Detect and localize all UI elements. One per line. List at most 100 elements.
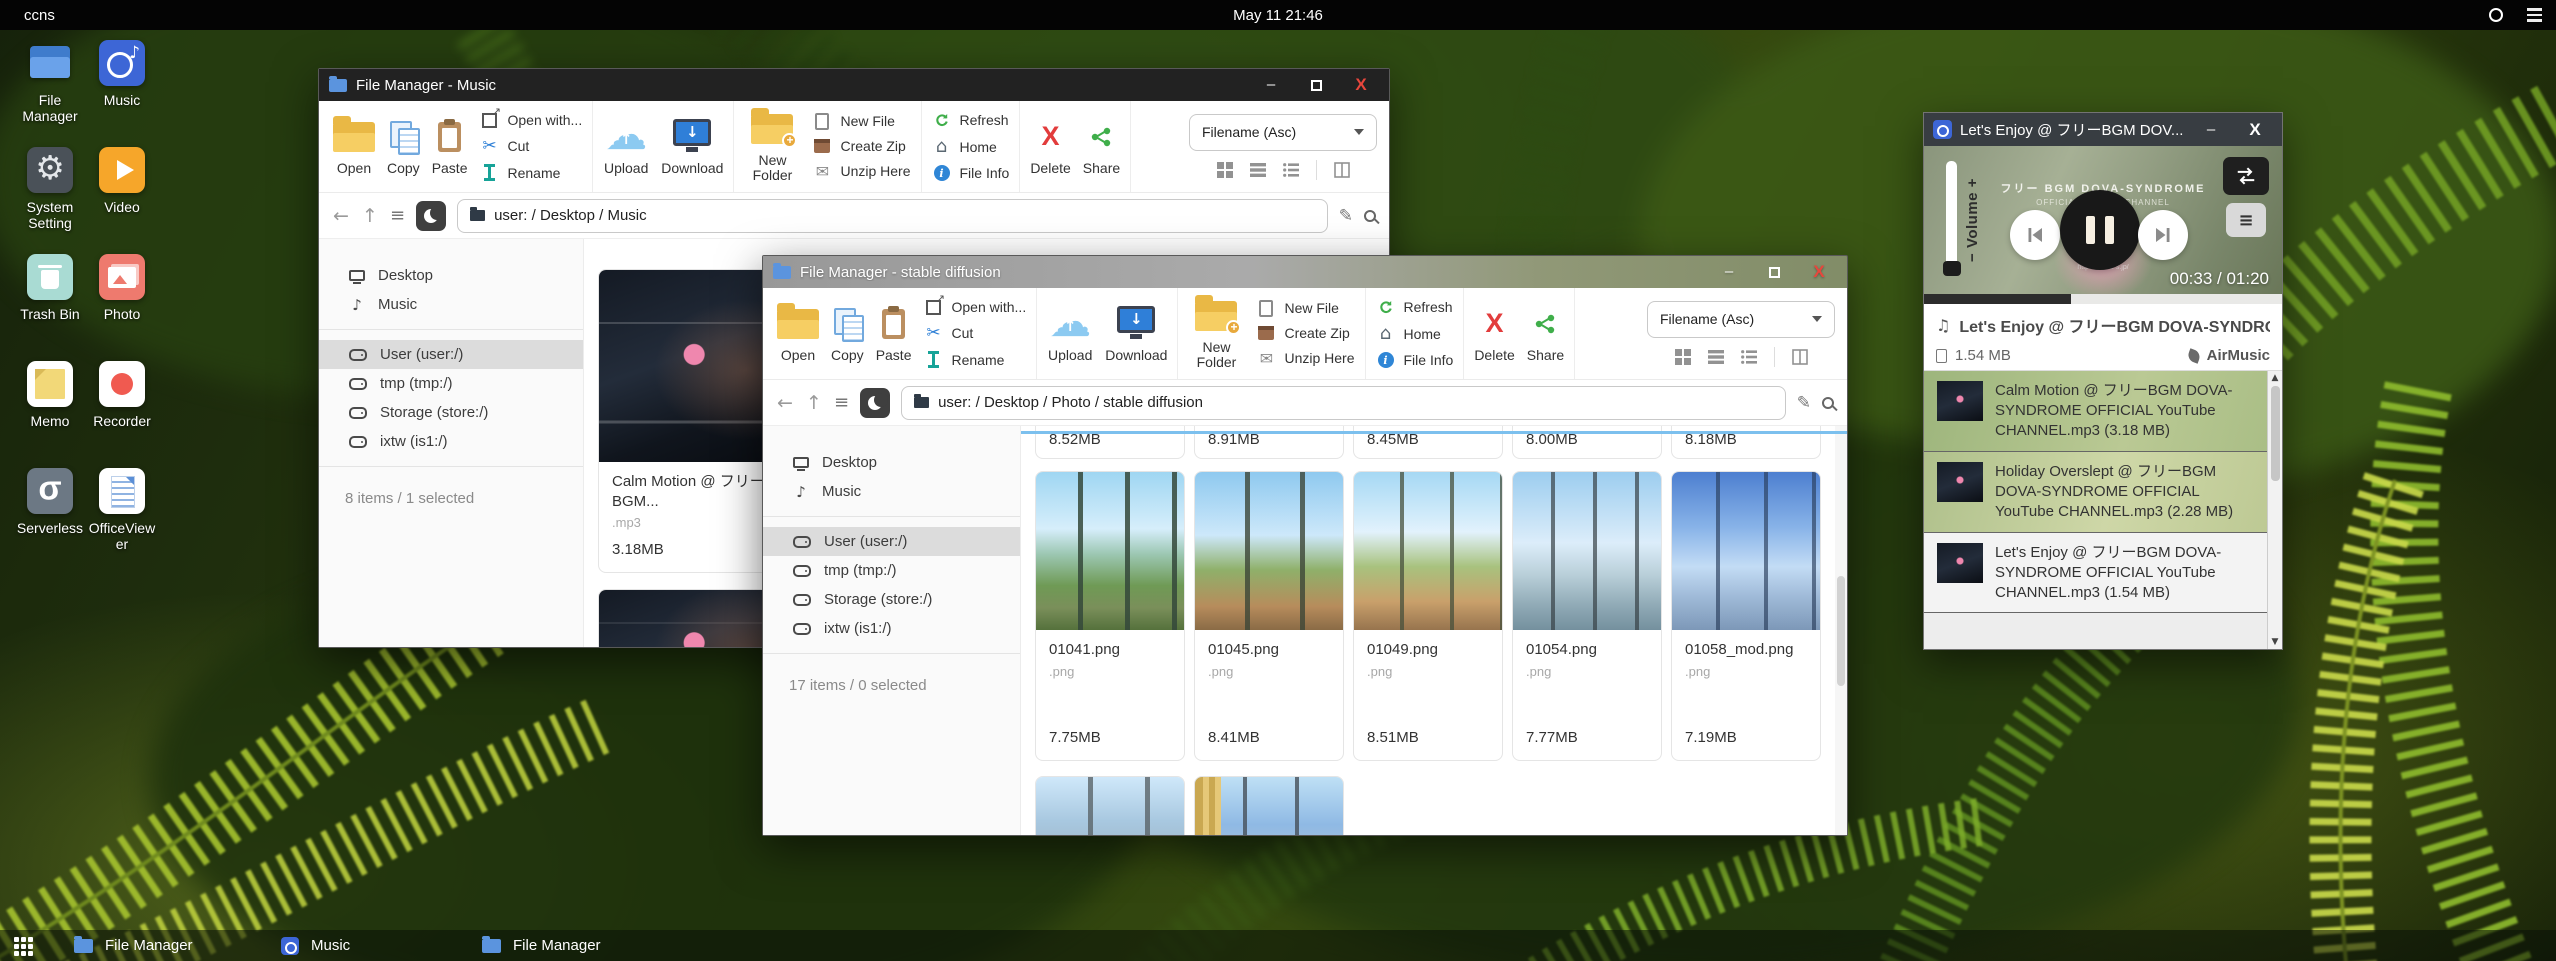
new-file-button[interactable]: New File (1256, 300, 1354, 317)
sidebar-item-user-drive[interactable]: User (user:/) (319, 340, 583, 369)
taskbar-item-music[interactable]: Music (281, 930, 350, 961)
scrollbar[interactable]: ▲▼ (2267, 371, 2282, 649)
status-ring-icon[interactable] (2489, 8, 2503, 22)
playlist-button[interactable]: ≡ (2226, 203, 2266, 237)
open-button[interactable]: Open (333, 118, 375, 176)
scroll-up-icon[interactable]: ▲ (2272, 373, 2279, 383)
create-zip-button[interactable]: Create Zip (812, 138, 910, 154)
rename-button[interactable]: Rename (480, 164, 583, 181)
repeat-button[interactable] (2223, 157, 2269, 195)
unzip-here-button[interactable]: ✉Unzip Here (812, 162, 910, 181)
sidebar-item-storage-drive[interactable]: Storage (store:/) (319, 398, 583, 427)
grid-view-button[interactable] (1217, 162, 1233, 178)
file-info-button[interactable]: iFile Info (1376, 352, 1454, 368)
desktop-icon-trash-bin[interactable]: Trash Bin (14, 254, 86, 361)
desktop-icon-serverless[interactable]: Serverless (14, 468, 86, 575)
cut-button[interactable]: ✂Cut (480, 136, 583, 156)
close-button[interactable]: X (1801, 257, 1837, 287)
app-launcher-button[interactable] (14, 937, 33, 956)
new-folder-button[interactable]: +New Folder (744, 110, 800, 182)
path-input[interactable]: user: / Desktop / Photo / stable diffusi… (901, 386, 1786, 420)
open-with-button[interactable]: Open with... (480, 112, 583, 128)
desktop-icon-photo[interactable]: Photo (86, 254, 158, 361)
file-card-01049[interactable]: 01049.png.png8.51MB (1353, 471, 1503, 761)
previous-track-button[interactable] (2010, 210, 2060, 260)
list-view-button[interactable] (1250, 162, 1266, 178)
new-file-button[interactable]: New File (812, 113, 910, 130)
upload-button[interactable]: Upload (1047, 305, 1093, 363)
sidebar-item-desktop[interactable]: Desktop (763, 448, 1020, 477)
sidebar-item-music[interactable]: ♪Music (319, 290, 583, 319)
maximize-button[interactable] (1298, 70, 1334, 100)
refresh-button[interactable]: Refresh (932, 112, 1010, 128)
desktop-icon-video[interactable]: Video (86, 147, 158, 254)
column-view-button[interactable] (1334, 162, 1350, 178)
desktop-icon-office-viewer[interactable]: OfficeViewer (86, 468, 158, 575)
download-button[interactable]: Download (661, 118, 723, 176)
dark-mode-toggle[interactable] (860, 388, 890, 418)
file-info-button[interactable]: iFile Info (932, 165, 1010, 181)
edit-path-icon[interactable]: ✎ (1797, 393, 1811, 413)
file-card-01041[interactable]: 01041.png.png7.75MB (1035, 471, 1185, 761)
playlist-item[interactable]: Calm Motion @ フリーBGM DOVA-SYNDROME OFFIC… (1924, 371, 2267, 452)
refresh-button[interactable]: Refresh (1376, 299, 1454, 315)
grid-view-button[interactable] (1675, 349, 1691, 365)
new-folder-button[interactable]: +New Folder (1188, 297, 1244, 369)
scrollbar[interactable] (1835, 426, 1847, 835)
column-view-button[interactable] (1792, 349, 1808, 365)
scrollbar-thumb[interactable] (2271, 386, 2280, 481)
file-card-partial[interactable] (1194, 776, 1344, 835)
titlebar[interactable]: File Manager - stable diffusion – X (763, 256, 1847, 288)
scrollbar-thumb[interactable] (1837, 576, 1845, 686)
minimize-button[interactable]: – (2193, 115, 2229, 145)
desktop-icon-music[interactable]: Music (86, 40, 158, 147)
sidebar-item-desktop[interactable]: Desktop (319, 261, 583, 290)
open-button[interactable]: Open (777, 305, 819, 363)
file-card-partial[interactable] (598, 589, 783, 647)
scroll-down-icon[interactable]: ▼ (2272, 637, 2279, 647)
maximize-button[interactable] (1756, 257, 1792, 287)
list-view-button[interactable] (1708, 349, 1724, 365)
file-card-01045[interactable]: 01045.png.png8.41MB (1194, 471, 1344, 761)
path-input[interactable]: user: / Desktop / Music (457, 199, 1328, 233)
share-button[interactable]: Share (1083, 118, 1120, 176)
menu-icon[interactable]: ≡ (390, 205, 405, 226)
taskbar-item-file-manager-1[interactable]: File Manager (74, 930, 193, 961)
desktop-icon-file-manager[interactable]: File Manager (14, 40, 86, 147)
search-icon[interactable] (1822, 397, 1834, 409)
unzip-here-button[interactable]: ✉Unzip Here (1256, 349, 1354, 368)
home-button[interactable]: ⌂Home (1376, 323, 1454, 344)
taskbar-item-file-manager-2[interactable]: File Manager (482, 930, 601, 961)
search-icon[interactable] (1364, 210, 1376, 222)
sidebar-item-tmp-drive[interactable]: tmp (tmp:/) (763, 556, 1020, 585)
sort-dropdown[interactable]: Filename (Asc) (1189, 114, 1377, 151)
rename-button[interactable]: Rename (924, 351, 1027, 368)
titlebar[interactable]: File Manager - Music – X (319, 69, 1389, 101)
home-button[interactable]: ⌂Home (932, 136, 1010, 157)
sidebar-item-tmp-drive[interactable]: tmp (tmp:/) (319, 369, 583, 398)
dark-mode-toggle[interactable] (416, 201, 446, 231)
desktop-icon-system-setting[interactable]: System Setting (14, 147, 86, 254)
titlebar[interactable]: Let's Enjoy @ フリーBGM DOV... – X (1924, 113, 2282, 146)
sort-dropdown[interactable]: Filename (Asc) (1647, 301, 1835, 338)
up-button[interactable]: ↑ (361, 205, 379, 227)
upload-button[interactable]: Upload (603, 118, 649, 176)
close-button[interactable]: X (1343, 70, 1379, 100)
sidebar-item-ixtw-drive[interactable]: ixtw (is1:/) (319, 427, 583, 456)
delete-button[interactable]: XDelete (1030, 118, 1070, 176)
file-card-01058-mod[interactable]: 01058_mod.png.png7.19MB (1671, 471, 1821, 761)
minimize-button[interactable]: – (1711, 257, 1747, 287)
sidebar-item-user-drive[interactable]: User (user:/) (763, 527, 1020, 556)
open-with-button[interactable]: Open with... (924, 299, 1027, 315)
volume-slider[interactable] (1946, 161, 1957, 275)
edit-path-icon[interactable]: ✎ (1339, 206, 1353, 226)
back-button[interactable]: ← (332, 205, 350, 227)
minimize-button[interactable]: – (1253, 70, 1289, 100)
create-zip-button[interactable]: Create Zip (1256, 325, 1354, 341)
paste-button[interactable]: Paste (432, 118, 468, 176)
download-button[interactable]: Download (1105, 305, 1167, 363)
desktop-icon-recorder[interactable]: Recorder (86, 361, 158, 468)
menu-icon[interactable]: ≡ (834, 392, 849, 413)
volume-knob[interactable] (1943, 261, 1961, 276)
file-card-partial[interactable] (1035, 776, 1185, 835)
